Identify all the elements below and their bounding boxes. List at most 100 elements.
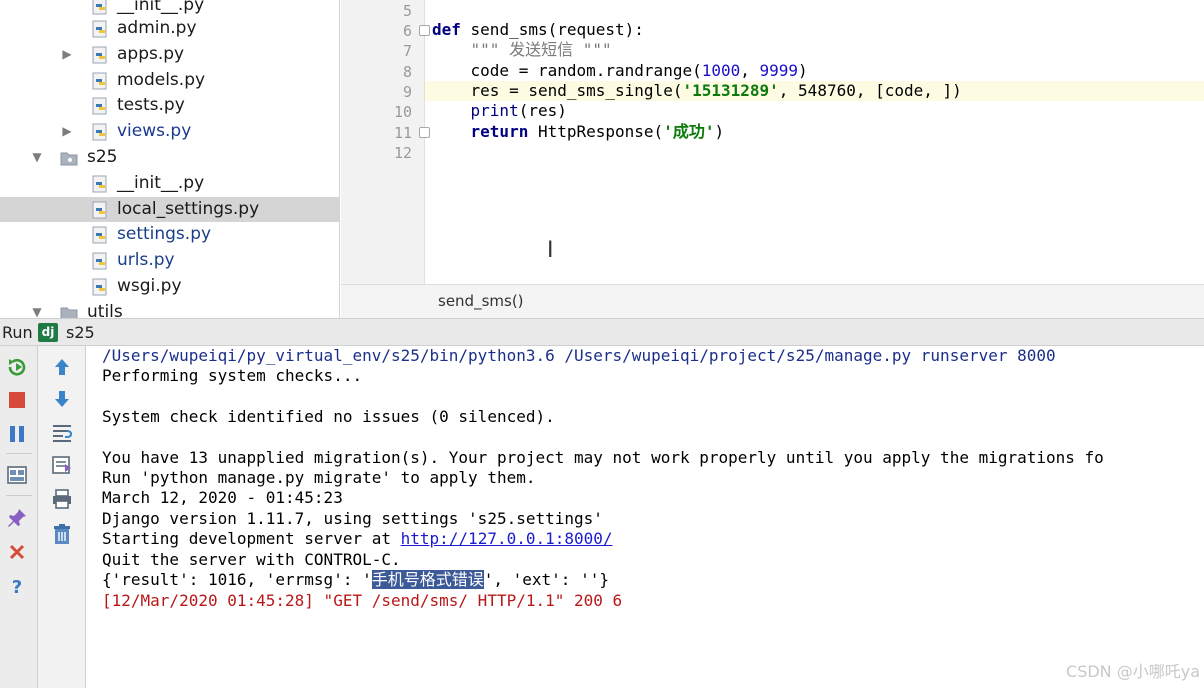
code-text: res = send_sms_single( <box>432 81 683 100</box>
console-text: ', 'ext': ''} <box>483 570 609 589</box>
run-main-toolbar: ? <box>0 346 38 688</box>
text-cursor-icon: I <box>547 238 554 263</box>
django-icon: dj <box>38 323 58 342</box>
restore-layout-icon[interactable] <box>4 462 30 488</box>
toolbar-separator <box>6 495 32 496</box>
svg-text:?: ? <box>12 577 22 596</box>
console-line: Django version 1.11.7, using settings 's… <box>102 509 603 528</box>
stop-icon[interactable] <box>4 387 30 413</box>
tree-item-s25-init-py[interactable]: __init__.py <box>0 171 339 196</box>
expand-arrow-icon[interactable]: ▶ <box>60 47 74 61</box>
tree-item-urls-py[interactable]: urls.py <box>0 248 339 273</box>
code-text: send_sms(request): <box>460 20 644 39</box>
code-keyword: return <box>470 122 529 141</box>
run-console-output[interactable]: /Users/wupeiqi/py_virtual_env/s25/bin/py… <box>87 346 1204 688</box>
collapse-arrow-icon[interactable]: ▼ <box>30 150 44 164</box>
code-text: ) <box>714 122 725 141</box>
tree-folder-utils[interactable]: ▼ utils <box>0 300 339 318</box>
run-tab-label[interactable]: Run <box>2 323 33 342</box>
code-line-11: return HttpResponse('成功') <box>425 122 1204 142</box>
scroll-up-icon[interactable] <box>49 354 75 380</box>
line-number: 12 <box>393 144 412 162</box>
line-number: 9 <box>402 83 412 101</box>
line-number: 11 <box>393 124 412 142</box>
code-text: code = random.randrange( <box>432 61 702 80</box>
code-line-9-current: res = send_sms_single('15131289', 548760… <box>425 81 1204 101</box>
code-number: 1000 <box>701 61 741 80</box>
close-icon[interactable] <box>4 539 30 565</box>
line-number-gutter: 5 6 7 8 9 10 11 12 <box>341 0 425 284</box>
python-file-icon <box>92 226 110 244</box>
pin-tab-icon[interactable] <box>4 505 30 531</box>
console-text: Starting development server at <box>102 529 401 548</box>
run-tool-window-header: Run dj s25 <box>0 318 1204 346</box>
rerun-icon[interactable] <box>4 354 30 380</box>
tree-item-wsgi-py[interactable]: wsgi.py <box>0 274 339 299</box>
soft-wrap-icon[interactable] <box>49 420 75 446</box>
line-number: 6 <box>402 22 412 40</box>
console-text: {'result': 1016, 'errmsg': ' <box>102 570 372 589</box>
pause-icon[interactable] <box>4 421 30 447</box>
console-line: System check identified no issues (0 sil… <box>102 407 555 426</box>
toolbar-separator <box>6 453 32 454</box>
tree-item-settings-py[interactable]: settings.py <box>0 222 339 247</box>
code-builtin: print <box>470 101 519 120</box>
print-icon[interactable] <box>49 486 75 512</box>
code-line-10: print(res) <box>425 101 1204 121</box>
collapse-arrow-icon[interactable]: ▼ <box>30 305 44 318</box>
project-tree: __init__.py admin.py ▶ apps.py models.py… <box>0 0 340 318</box>
breadcrumb[interactable]: send_sms() <box>438 292 524 310</box>
line-number: 5 <box>402 2 412 20</box>
tree-item-models-py[interactable]: models.py <box>0 68 339 93</box>
console-line: March 12, 2020 - 01:45:23 <box>102 488 343 507</box>
console-line-command: /Users/wupeiqi/py_virtual_env/s25/bin/py… <box>102 346 1056 365</box>
watermark: CSDN @小哪吒ya <box>1066 662 1200 681</box>
code-text: , 548760, [code, ]) <box>778 81 962 100</box>
console-line: You have 13 unapplied migration(s). Your… <box>102 448 1104 467</box>
tree-item-apps-py[interactable]: ▶ apps.py <box>0 42 339 67</box>
code-line-7: """ 发送短信 """ <box>425 40 1204 60</box>
expand-arrow-icon[interactable]: ▶ <box>60 124 74 138</box>
code-string: '成功' <box>663 122 715 141</box>
selected-text[interactable]: 手机号格式错误 <box>371 570 484 589</box>
python-file-icon <box>92 252 110 270</box>
line-number: 7 <box>402 42 412 60</box>
console-line: Run 'python manage.py migrate' to apply … <box>102 468 536 487</box>
help-icon[interactable]: ? <box>4 573 30 599</box>
code-text: ) <box>798 61 808 80</box>
code-number: 9999 <box>759 61 799 80</box>
run-console-toolbar <box>38 346 86 688</box>
code-line-8: code = random.randrange(1000, 9999) <box>425 61 1204 81</box>
clear-all-icon[interactable] <box>49 521 75 547</box>
scroll-to-end-icon[interactable] <box>49 452 75 478</box>
run-config-name[interactable]: s25 <box>66 323 95 342</box>
python-file-icon <box>92 20 110 38</box>
tree-item-views-py[interactable]: ▶ views.py <box>0 119 339 144</box>
console-line-server: Starting development server at http://12… <box>102 529 613 549</box>
console-line: Performing system checks... <box>102 366 363 385</box>
scroll-down-icon[interactable] <box>49 386 75 412</box>
python-file-icon <box>92 278 110 296</box>
console-line-result: {'result': 1016, 'errmsg': '手机号格式错误', 'e… <box>102 570 609 590</box>
python-file-icon <box>92 46 110 64</box>
tree-folder-s25[interactable]: ▼ s25 <box>0 145 339 170</box>
line-number: 10 <box>393 103 412 121</box>
console-line-request-log: [12/Mar/2020 01:45:28] "GET /send/sms/ H… <box>102 591 623 610</box>
console-line: Quit the server with CONTROL-C. <box>102 550 401 569</box>
python-file-icon <box>92 175 110 193</box>
code-keyword: def <box>432 20 461 39</box>
python-file-icon <box>92 0 110 15</box>
tree-item-admin-py[interactable]: admin.py <box>0 16 339 41</box>
code-line-6: def send_sms(request): <box>425 20 1204 40</box>
python-file-icon <box>92 97 110 115</box>
server-url-link[interactable]: http://127.0.0.1:8000/ <box>401 529 613 548</box>
editor-breadcrumb-bar: send_sms() <box>341 284 1204 318</box>
code-string: '15131289' <box>682 81 779 100</box>
code-editor[interactable]: 5 6 7 8 9 10 11 12 def send_sms(request)… <box>341 0 1204 284</box>
tree-item-tests-py[interactable]: tests.py <box>0 93 339 118</box>
folder-icon <box>60 149 78 167</box>
line-number: 8 <box>402 63 412 81</box>
tree-item-local-settings-py[interactable]: local_settings.py <box>0 197 339 222</box>
